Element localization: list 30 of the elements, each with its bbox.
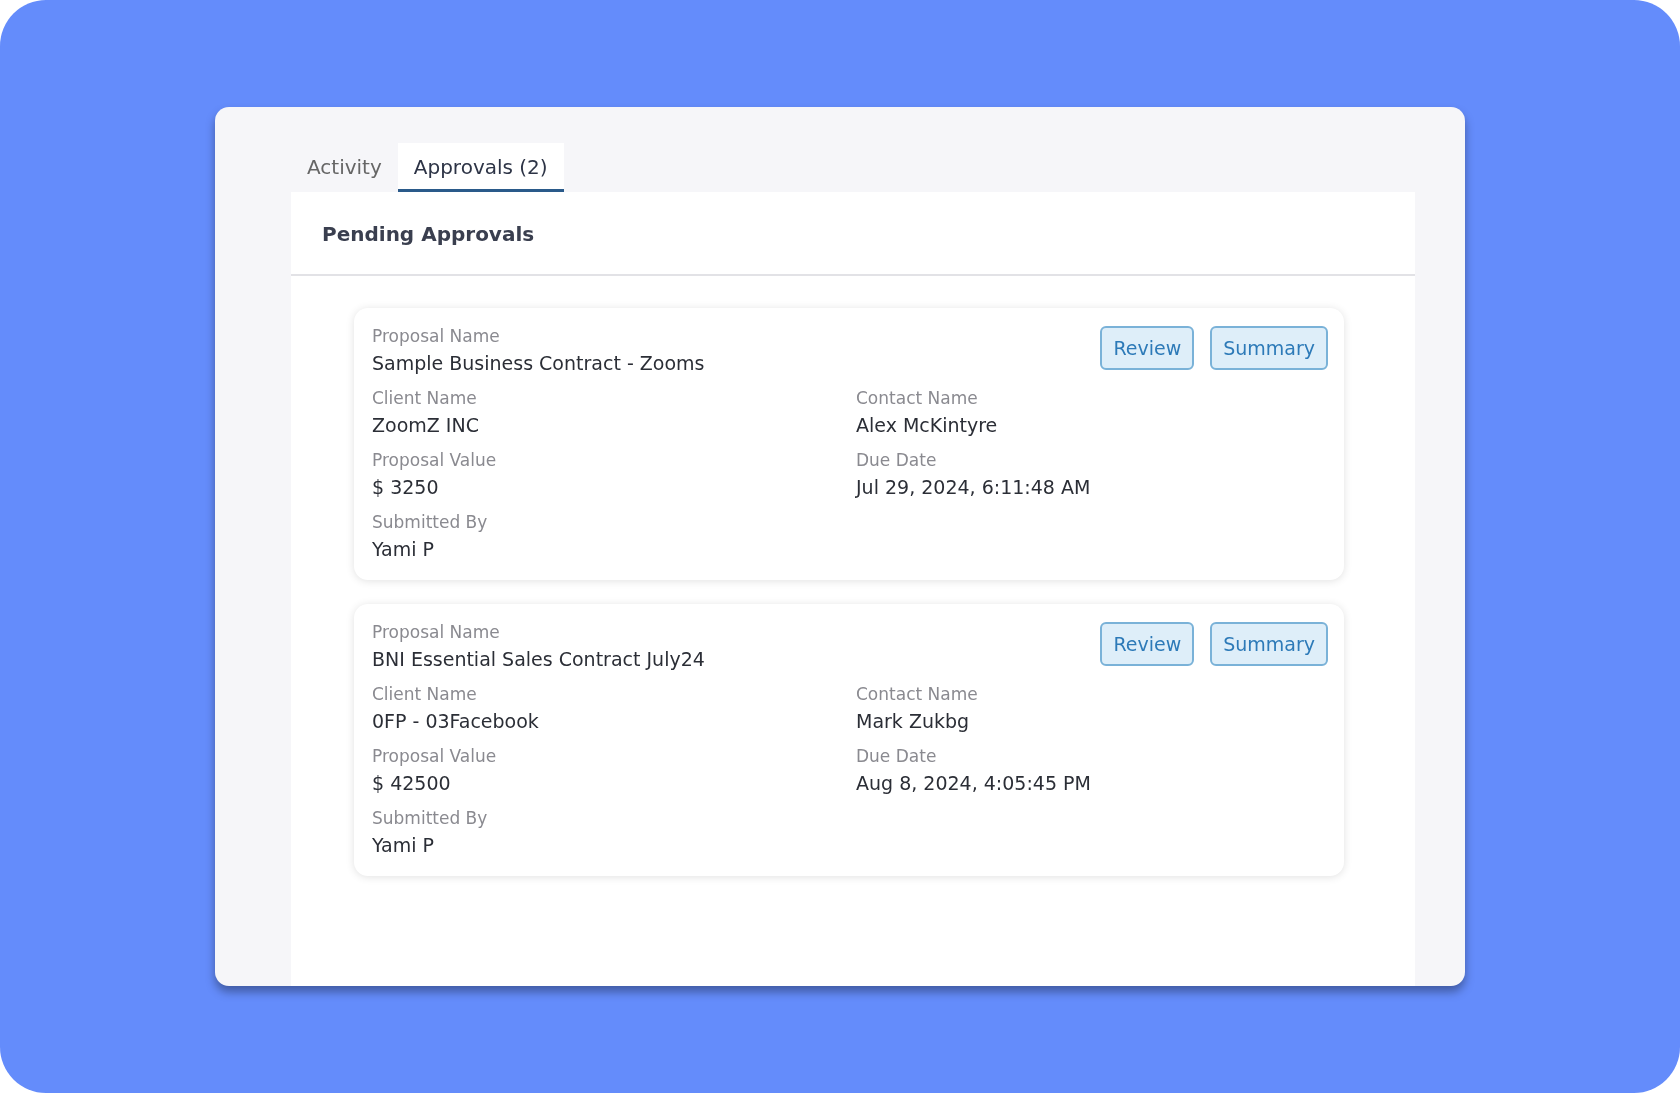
summary-button[interactable]: Summary	[1210, 326, 1328, 370]
review-button[interactable]: Review	[1100, 622, 1195, 666]
field-value: Yami P	[372, 538, 435, 560]
field-label: Proposal Value	[372, 746, 498, 766]
field-value: Aug 8, 2024, 4:05:45 PM	[856, 772, 1092, 794]
field-label: Proposal Value	[372, 450, 498, 470]
field-value: Sample Business Contract - Zooms	[372, 352, 705, 374]
field-value: Alex McKintyre	[856, 414, 999, 436]
field-label: Due Date	[856, 746, 938, 766]
field-label: Proposal Name	[372, 622, 501, 642]
field-value: $ 42500	[372, 772, 452, 794]
field-value: ZoomZ INC	[372, 414, 480, 436]
field-value: BNI Essential Sales Contract July24	[372, 648, 705, 670]
field-label: Due Date	[856, 450, 938, 470]
field-value: Jul 29, 2024, 6:11:48 AM	[856, 476, 1092, 498]
field-value: Mark Zukbg	[856, 710, 971, 732]
review-button[interactable]: Review	[1100, 326, 1195, 370]
summary-button[interactable]: Summary	[1210, 622, 1328, 666]
tab[interactable]: Approvals (2)	[397, 143, 564, 192]
field-label: Client Name	[372, 684, 478, 704]
field-label: Proposal Name	[372, 326, 501, 346]
field-value: $ 3250	[372, 476, 440, 498]
field-label: Contact Name	[856, 388, 979, 408]
field-label: Submitted By	[372, 512, 489, 532]
field-value: Yami P	[372, 834, 435, 856]
section-title: Pending Approvals	[322, 222, 535, 246]
field-label: Contact Name	[856, 684, 979, 704]
field-value: 0FP - 03Facebook	[372, 710, 540, 732]
field-label: Submitted By	[372, 808, 489, 828]
field-label: Client Name	[372, 388, 478, 408]
